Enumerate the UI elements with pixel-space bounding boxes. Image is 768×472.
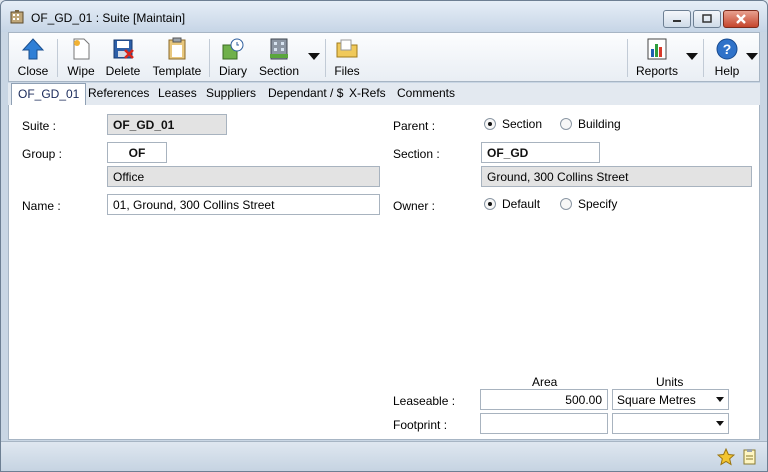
- owner-label: Owner :: [393, 199, 436, 213]
- chevron-down-icon[interactable]: [712, 390, 728, 409]
- toolbar: Close Wipe Delete Template Diary Section…: [8, 32, 760, 82]
- help-button[interactable]: ? Help: [707, 33, 747, 81]
- diary-button-label: Diary: [218, 64, 247, 78]
- toolbar-separator: [325, 39, 326, 77]
- reports-dropdown-arrow[interactable]: [686, 53, 698, 60]
- title-bar: OF_GD_01 : Suite [Maintain]: [1, 1, 767, 32]
- minimize-button[interactable]: [663, 10, 691, 28]
- template-button-label: Template: [152, 64, 202, 78]
- owner-default-label: Default: [502, 197, 541, 211]
- parent-section-label: Section: [502, 117, 543, 131]
- help-icon: ?: [716, 38, 738, 60]
- leaseable-area-field[interactable]: 500.00: [480, 389, 608, 410]
- tab-xrefs[interactable]: X-Refs: [349, 86, 386, 100]
- section-label: Section :: [393, 147, 440, 161]
- close-icon: [736, 14, 746, 24]
- maximize-button[interactable]: [693, 10, 721, 28]
- close-button-label: Close: [17, 64, 49, 78]
- clipboard-icon: [168, 37, 186, 60]
- folder-icon: [336, 39, 358, 58]
- section-code-field[interactable]: OF_GD: [481, 142, 600, 163]
- suite-label: Suite :: [22, 119, 57, 133]
- help-button-label: Help: [714, 64, 740, 78]
- units-column-header: Units: [656, 375, 684, 389]
- group-label: Group :: [22, 147, 63, 161]
- tab-comments[interactable]: Comments: [397, 86, 455, 100]
- toolbar-separator: [57, 39, 58, 77]
- footprint-label: Footprint :: [393, 418, 448, 432]
- tab-suite[interactable]: OF_GD_01: [11, 83, 87, 106]
- section-button[interactable]: Section: [255, 33, 303, 81]
- toolbar-separator: [703, 39, 704, 77]
- suite-field: OF_GD_01: [107, 114, 227, 135]
- status-bar: [1, 441, 767, 471]
- svg-text:?: ?: [723, 41, 732, 57]
- maximize-icon: [702, 14, 712, 23]
- leaseable-units-value: Square Metres: [617, 393, 696, 407]
- building-icon: [10, 10, 24, 24]
- delete-button[interactable]: Delete: [101, 33, 145, 81]
- parent-building-label: Building: [578, 117, 621, 131]
- toolbar-separator: [627, 39, 628, 77]
- close-window-button[interactable]: [723, 10, 759, 28]
- tab-strip: OF_GD_01 References Leases Suppliers Dep…: [8, 83, 760, 106]
- footprint-area-field[interactable]: [480, 413, 608, 434]
- owner-specify-radio[interactable]: Specify: [560, 197, 617, 211]
- name-label: Name :: [22, 199, 61, 213]
- leaseable-units-select[interactable]: Square Metres: [612, 389, 729, 410]
- files-button[interactable]: Files: [329, 33, 365, 81]
- parent-section-radio[interactable]: Section: [484, 117, 542, 131]
- owner-specify-label: Specify: [578, 197, 618, 211]
- tab-references[interactable]: References: [88, 86, 149, 100]
- template-button[interactable]: Template: [149, 33, 205, 81]
- chevron-down-icon[interactable]: [712, 414, 728, 433]
- bar-chart-report-icon: [647, 38, 667, 60]
- wipe-button-label: Wipe: [67, 64, 95, 78]
- help-dropdown-arrow[interactable]: [746, 53, 758, 60]
- reports-button[interactable]: Reports: [633, 33, 681, 81]
- name-field[interactable]: 01, Ground, 300 Collins Street: [107, 194, 380, 215]
- parent-label: Parent :: [393, 119, 436, 133]
- app-window: OF_GD_01 : Suite [Maintain] Close Wipe D…: [0, 0, 768, 472]
- section-dropdown-arrow[interactable]: [308, 53, 320, 60]
- radio-selected-indicator: [484, 198, 496, 210]
- toolbar-separator: [209, 39, 210, 77]
- suite-form-panel: Suite : OF_GD_01 Group : OF Office Name …: [8, 105, 760, 440]
- star-icon[interactable]: [717, 448, 735, 466]
- minimize-icon: [673, 20, 681, 22]
- radio-indicator: [560, 118, 572, 130]
- delete-button-label: Delete: [105, 64, 141, 78]
- group-code-field[interactable]: OF: [107, 142, 167, 163]
- close-button[interactable]: Close: [11, 33, 55, 81]
- parent-building-radio[interactable]: Building: [560, 117, 621, 131]
- notes-icon[interactable]: [741, 448, 759, 466]
- owner-default-radio[interactable]: Default: [484, 197, 540, 211]
- tab-dependant[interactable]: Dependant / $: [268, 86, 343, 100]
- radio-indicator: [560, 198, 572, 210]
- leaseable-label: Leaseable :: [393, 394, 456, 408]
- files-button-label: Files: [334, 64, 360, 78]
- tab-leases[interactable]: Leases: [158, 86, 197, 100]
- tab-suppliers[interactable]: Suppliers: [206, 86, 256, 100]
- group-name-field: Office: [107, 166, 380, 187]
- area-column-header: Area: [532, 375, 558, 389]
- diary-clock-icon: [222, 38, 244, 60]
- section-name-field: Ground, 300 Collins Street: [481, 166, 752, 187]
- window-title: OF_GD_01 : Suite [Maintain]: [31, 11, 186, 25]
- radio-selected-indicator: [484, 118, 496, 130]
- section-building-icon: [270, 38, 288, 60]
- section-button-label: Section: [258, 64, 300, 78]
- save-disk-icon: [113, 39, 134, 59]
- footprint-units-select[interactable]: [612, 413, 729, 434]
- diary-button[interactable]: Diary: [213, 33, 253, 81]
- new-document-icon: [73, 38, 90, 60]
- arrow-up-icon: [21, 38, 45, 60]
- wipe-button[interactable]: Wipe: [61, 33, 101, 81]
- reports-button-label: Reports: [635, 64, 679, 78]
